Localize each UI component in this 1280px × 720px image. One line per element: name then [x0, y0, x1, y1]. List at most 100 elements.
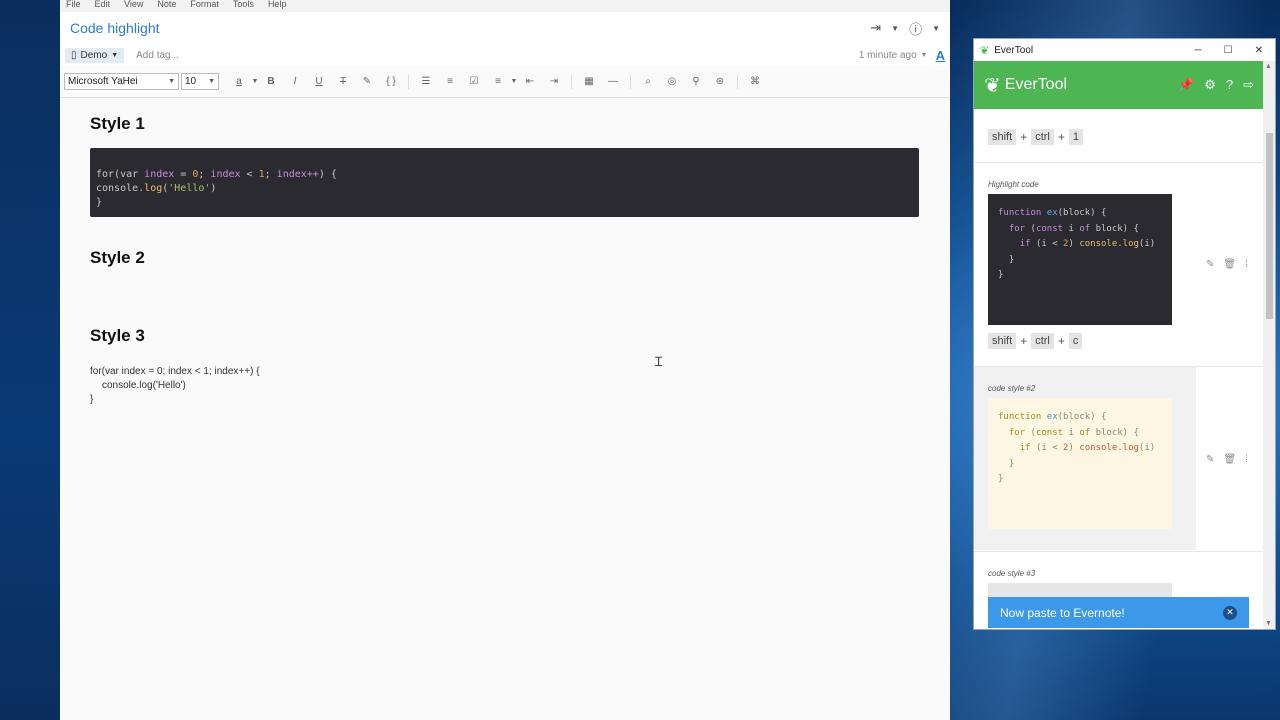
- notebook-icon: ▯: [71, 49, 77, 61]
- evertool-header: ❦ EverTool 📌 ⚙ ? ⇨: [974, 61, 1264, 109]
- heading-style-3: Style 3: [90, 326, 145, 345]
- checkbox-icon[interactable]: ☑: [462, 76, 486, 87]
- pin-icon[interactable]: 📌: [1178, 77, 1194, 93]
- menu-format[interactable]: Format: [190, 0, 219, 9]
- toolbar-divider: [630, 74, 631, 89]
- style-2-actions: ✎ 🗑 ⁞: [1206, 454, 1248, 465]
- font-family-select[interactable]: Microsoft YaHei ▼: [64, 73, 179, 90]
- audio-icon[interactable]: ◎: [660, 76, 684, 87]
- section-label-code-style-2: code style #2: [988, 384, 1036, 393]
- horizontal-rule-icon[interactable]: —: [601, 76, 625, 87]
- menu-note[interactable]: Note: [157, 0, 176, 9]
- bold-icon[interactable]: B: [259, 76, 283, 87]
- encrypt-icon[interactable]: ⊛: [708, 76, 732, 87]
- close-icon[interactable]: ✕: [1223, 605, 1237, 620]
- notebook-selector[interactable]: ▯ Demo ▼: [65, 47, 125, 63]
- outdent-icon[interactable]: ⇤: [518, 76, 542, 87]
- section-label-highlight-code: Highlight code: [988, 180, 1039, 189]
- paste-notification: Now paste to Evernote! ✕: [988, 597, 1249, 628]
- code-block-style-1[interactable]: for(var index = 0; index < 1; index++) {…: [90, 148, 919, 217]
- code-block-icon[interactable]: { }: [379, 76, 403, 87]
- toolbar-divider: [408, 74, 409, 89]
- underline-icon[interactable]: U: [307, 76, 331, 87]
- edit-icon[interactable]: ✎: [1206, 259, 1214, 270]
- shortcut-2: shift + ctrl + c: [988, 333, 1083, 349]
- last-updated[interactable]: 1 minute ago ▼: [859, 50, 928, 61]
- font-size-select[interactable]: 10 ▼: [181, 73, 219, 90]
- text-color-icon[interactable]: a: [227, 76, 251, 87]
- align-dropdown-icon[interactable]: ▼: [510, 78, 518, 85]
- shortcut-1: shift + ctrl + 1: [988, 129, 1084, 145]
- close-icon[interactable]: ✕: [1255, 45, 1263, 56]
- drag-handle-icon[interactable]: ⁞: [1245, 454, 1248, 465]
- desktop-background-left: [0, 0, 60, 720]
- scrollbar[interactable]: ▲ ▼: [1263, 61, 1275, 629]
- numbered-list-icon[interactable]: ≡: [438, 76, 462, 87]
- code-line: }: [90, 394, 94, 405]
- share-dropdown-icon[interactable]: ▼: [891, 24, 899, 33]
- exit-icon[interactable]: ⇨: [1243, 77, 1254, 93]
- indent-icon[interactable]: ⇥: [542, 76, 566, 87]
- evertool-titlebar: ❦ EverTool ─ ☐ ✕: [974, 39, 1275, 61]
- command-icon[interactable]: ⌘: [743, 76, 767, 87]
- drag-handle-icon[interactable]: ⁞: [1245, 259, 1248, 270]
- notification-text: Now paste to Evernote!: [1000, 605, 1125, 620]
- highlighter-icon[interactable]: ✎: [355, 76, 379, 87]
- menu-edit[interactable]: Edit: [95, 0, 111, 9]
- divider: [974, 162, 1264, 163]
- chevron-down-icon: ▼: [168, 78, 175, 85]
- edit-icon[interactable]: ✎: [1206, 454, 1214, 465]
- menu-tools[interactable]: Tools: [233, 0, 254, 9]
- help-icon[interactable]: ?: [1226, 77, 1233, 93]
- minimize-icon[interactable]: ─: [1195, 45, 1202, 56]
- bulleted-list-icon[interactable]: ☰: [414, 76, 438, 87]
- strikethrough-icon[interactable]: T: [331, 76, 355, 87]
- heading-style-1: Style 1: [90, 114, 145, 133]
- share-icon[interactable]: ⇥: [870, 20, 881, 36]
- notebook-name: Demo: [80, 49, 108, 61]
- italic-icon[interactable]: I: [283, 76, 307, 87]
- evernote-window: File Edit View Note Format Tools Help Co…: [60, 0, 950, 720]
- text-cursor-icon: Ɪ: [655, 354, 663, 369]
- menu-file[interactable]: File: [66, 0, 81, 9]
- table-icon[interactable]: ▦: [577, 76, 601, 87]
- key-shift: shift: [988, 333, 1017, 349]
- link-icon[interactable]: ⚲: [684, 76, 708, 87]
- trash-icon[interactable]: 🗑: [1223, 259, 1236, 270]
- text-color-dropdown-icon[interactable]: ▼: [251, 78, 259, 85]
- code-style-2-preview[interactable]: function ex(block) { for (const i of blo…: [988, 398, 1172, 529]
- window-title: EverTool: [994, 44, 1034, 56]
- menu-help[interactable]: Help: [268, 0, 287, 9]
- code-style-1-preview[interactable]: function ex(block) { for (const i of blo…: [988, 194, 1172, 325]
- scroll-up-icon[interactable]: ▲: [1265, 63, 1272, 70]
- menu-bar: File Edit View Note Format Tools Help: [60, 0, 950, 12]
- gear-icon[interactable]: ⚙: [1204, 77, 1216, 93]
- code-line: console.log('Hello'): [96, 183, 217, 194]
- code-line: for(var index = 0; index < 1; index++) {: [96, 169, 337, 180]
- evertool-logo-icon: ❦: [984, 74, 1001, 97]
- info-icon[interactable]: ⓘ: [909, 19, 922, 38]
- format-text-icon[interactable]: A: [936, 48, 945, 63]
- key-shift: shift: [988, 129, 1017, 145]
- key-1: 1: [1068, 129, 1084, 145]
- key-c: c: [1068, 333, 1083, 349]
- scroll-down-icon[interactable]: ▼: [1265, 620, 1272, 627]
- more-options-icon[interactable]: ▼: [932, 24, 940, 33]
- chevron-down-icon: ▼: [208, 78, 215, 85]
- trash-icon[interactable]: 🗑: [1223, 454, 1236, 465]
- divider: [974, 551, 1264, 552]
- chevron-down-icon: ▼: [920, 51, 928, 59]
- code-block-style-3[interactable]: for(var index = 0; index < 1; index++) {…: [90, 365, 260, 407]
- align-icon[interactable]: ≡: [486, 76, 510, 87]
- code-line: console.log('Hello'): [102, 380, 186, 391]
- chevron-down-icon: ▼: [111, 51, 119, 59]
- code-line: }: [96, 197, 103, 208]
- scrollbar-thumb[interactable]: [1266, 133, 1273, 319]
- toolbar-divider: [571, 74, 572, 89]
- tag-bar: ▯ Demo ▼ Add tag... 1 minute ago ▼ A: [60, 44, 950, 66]
- attachment-icon[interactable]: ⌕: [636, 76, 660, 87]
- menu-view[interactable]: View: [124, 0, 143, 9]
- note-title[interactable]: Code highlight: [70, 20, 870, 36]
- maximize-icon[interactable]: ☐: [1224, 45, 1233, 56]
- add-tag-input[interactable]: Add tag...: [136, 50, 859, 61]
